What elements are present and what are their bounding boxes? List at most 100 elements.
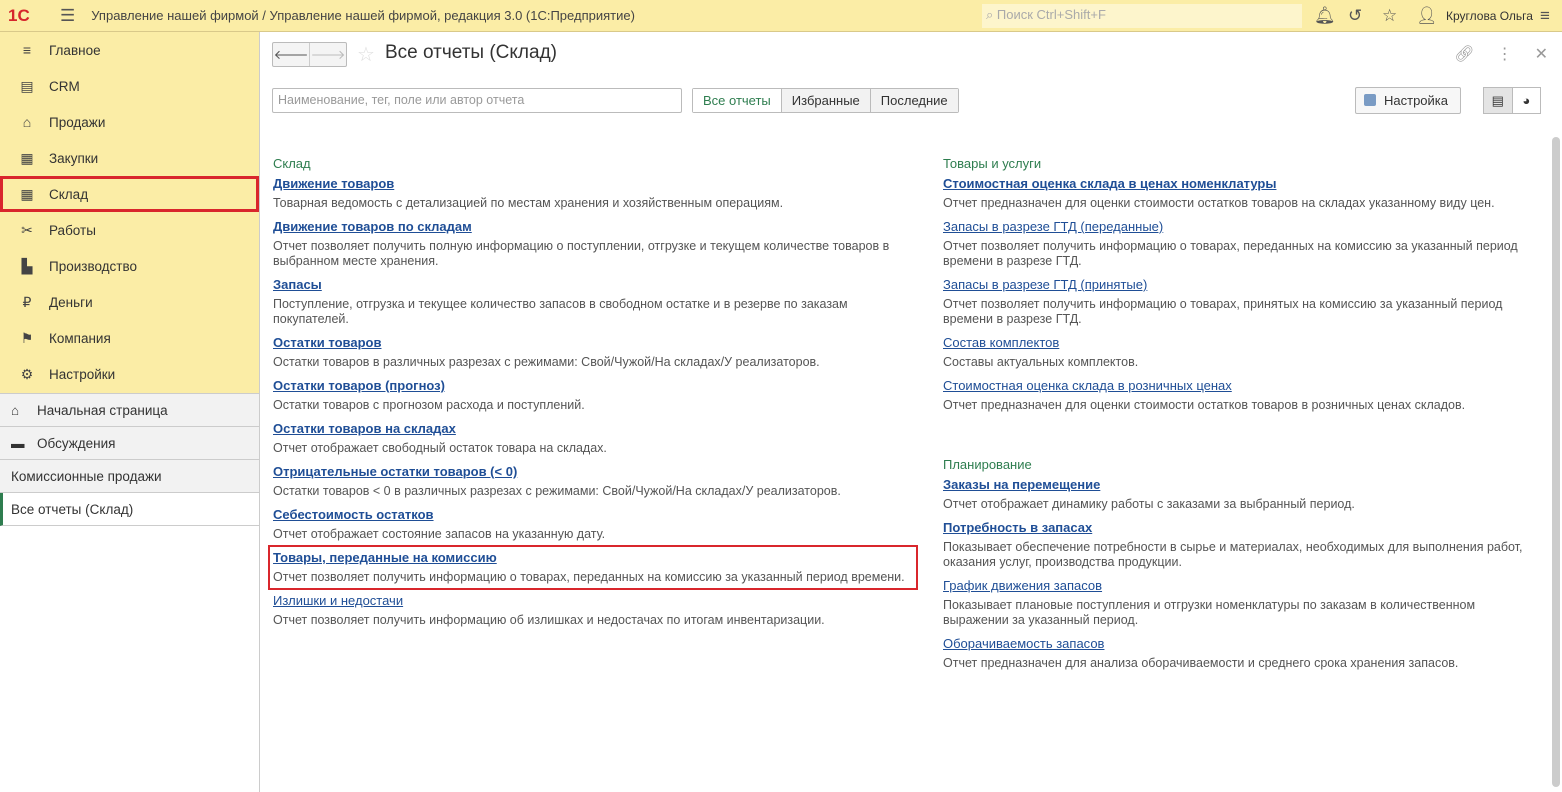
sidebar-item[interactable]: ▤ CRM: [0, 68, 259, 104]
section-icon: ₽: [22, 293, 32, 310]
home-icon: ⌂: [11, 402, 20, 418]
sidebar-item[interactable]: ▦ Закупки: [0, 140, 259, 176]
label: Все отчеты (Склад): [11, 501, 134, 517]
report-item: Движение товаров по складам Отчет позволя…: [273, 219, 913, 269]
report-link[interactable]: Излишки и недостачи: [273, 593, 913, 608]
list-view-button[interactable]: ▤: [1484, 88, 1513, 113]
report-item: Потребность в запасах Показывает обеспече…: [943, 520, 1533, 570]
report-item: График движения запасов Показывает планов…: [943, 578, 1533, 628]
sidebar-item-label: Компания: [49, 330, 111, 346]
tab-favorites[interactable]: Избранные: [780, 89, 870, 112]
sidebar-item[interactable]: ₽ Деньги: [0, 284, 259, 320]
group-title: Товары и услуги: [943, 156, 1042, 171]
report-description: Отчет позволяет получить полную информац…: [273, 239, 890, 268]
report-item: Себестоимость остатков Отчет отображает с…: [273, 507, 913, 542]
sidebar-item-label: Склад: [49, 186, 89, 202]
global-search-input[interactable]: ⌕ Поиск Ctrl+Shift+F: [982, 4, 1302, 28]
report-link[interactable]: Движение товаров: [273, 176, 913, 191]
report-link[interactable]: Себестоимость остатков: [273, 507, 913, 522]
app-title: Управление нашей фирмой / Управление наш…: [91, 8, 635, 23]
report-item: Излишки и недостачи Отчет позволяет получ…: [273, 593, 913, 628]
sidebar-item[interactable]: ▙ Производство: [0, 248, 259, 284]
group-title: Планирование: [943, 457, 1032, 472]
sidebar-item[interactable]: ⚙ Настройки: [0, 356, 259, 392]
user-name[interactable]: Круглова Ольга: [1446, 9, 1533, 23]
sidebar-item[interactable]: ✂ Работы: [0, 212, 259, 248]
report-description: Отчет отображает свободный остаток товар…: [273, 441, 607, 455]
report-item: Движение товаров Товарная ведомость с дет…: [273, 176, 913, 211]
chart-view-button[interactable]: ◕: [1513, 88, 1541, 113]
sidebar-item-label: Производство: [49, 258, 138, 274]
report-link[interactable]: Остатки товаров (прогноз): [273, 378, 913, 393]
report-description: Отчет позволяет получить информацию об и…: [273, 613, 825, 627]
user-icon[interactable]: 👤︎: [1416, 6, 1438, 26]
sidebar: ≡ Главное ▤ CRM ⌂ Продажи ▦ Закупки ▦ Склад ✂ Работ…: [0, 32, 260, 792]
section-icon: ✂: [21, 221, 33, 238]
report-description: Остатки товаров с прогнозом расхода и по…: [273, 398, 585, 412]
report-link[interactable]: Остатки товаров: [273, 335, 913, 350]
open-window-commission-sales[interactable]: Комиссионные продажи: [0, 460, 259, 493]
sidebar-item-label: Деньги: [49, 294, 93, 310]
section-icon: ▤: [20, 77, 34, 94]
settings-menu-icon[interactable]: ≡: [1540, 6, 1550, 26]
report-item: Отрицательные остатки товаров (< 0) Остат…: [273, 464, 913, 499]
sidebar-item[interactable]: ⚑ Компания: [0, 320, 259, 356]
open-window-all-reports[interactable]: Все отчеты (Склад): [0, 493, 259, 526]
menu-icon[interactable]: ☰: [60, 6, 75, 26]
history-icon[interactable]: ↺: [1348, 6, 1362, 26]
settings-button[interactable]: Настройка: [1355, 87, 1461, 114]
report-link[interactable]: Состав комплектов: [943, 335, 1533, 350]
report-link[interactable]: Отрицательные остатки товаров (< 0): [273, 464, 913, 479]
forward-button[interactable]: 🡒: [309, 43, 346, 66]
report-item: Стоимостная оценка склада в розничных це…: [943, 378, 1533, 413]
report-link[interactable]: Стоимостная оценка склада в розничных це…: [943, 378, 1533, 393]
report-link[interactable]: Оборачиваемость запасов: [943, 636, 1533, 651]
report-description: Остатки товаров в различных разрезах с р…: [273, 355, 820, 369]
report-item: Запасы в разрезе ГТД (переданные) Отчет п…: [943, 219, 1533, 269]
sidebar-item[interactable]: ≡ Главное: [0, 32, 259, 68]
link-icon[interactable]: 🔗︎: [1454, 44, 1474, 64]
report-link[interactable]: Движение товаров по складам: [273, 219, 913, 234]
section-icon: ⌂: [22, 114, 32, 130]
report-link[interactable]: Товары, переданные на комиссию: [273, 550, 913, 565]
sidebar-item[interactable]: ⌂ Продажи: [0, 104, 259, 140]
report-description: Отчет предназначен для анализа оборачива…: [943, 656, 1459, 670]
favorite-star-icon[interactable]: ☆: [357, 42, 375, 67]
report-link[interactable]: Стоимостная оценка склада в ценах номенк…: [943, 176, 1533, 191]
chat-icon: ▬: [11, 435, 25, 451]
back-button[interactable]: 🡐: [273, 43, 309, 66]
more-icon[interactable]: ⋮: [1497, 44, 1513, 64]
group-title: Склад: [273, 156, 311, 171]
discussions-link[interactable]: ▬ Обсуждения: [0, 427, 259, 460]
sidebar-item[interactable]: ▦ Склад: [0, 176, 259, 212]
report-link[interactable]: Остатки товаров на складах: [273, 421, 913, 436]
star-icon[interactable]: ☆: [1382, 6, 1397, 26]
report-description: Показывает обеспечение потребности в сыр…: [943, 540, 1523, 569]
tab-all[interactable]: Все отчеты: [693, 89, 781, 112]
report-description: Остатки товаров < 0 в различных разрезах…: [273, 484, 841, 498]
report-item: Состав комплектов Составы актуальных комп…: [943, 335, 1533, 370]
section-icon: ▦: [20, 185, 34, 202]
bell-icon[interactable]: 🔔︎: [1314, 6, 1336, 26]
home-page-link[interactable]: ⌂ Начальная страница: [0, 394, 259, 427]
top-bar: 1С ☰ Управление нашей фирмой / Управлени…: [0, 0, 1562, 32]
report-item: Стоимостная оценка склада в ценах номенк…: [943, 176, 1533, 211]
report-link[interactable]: График движения запасов: [943, 578, 1533, 593]
report-item: Остатки товаров (прогноз) Остатки товаров…: [273, 378, 913, 413]
close-icon[interactable]: ✕: [1535, 44, 1548, 64]
report-description: Отчет отображает динамику работы с заказ…: [943, 497, 1355, 511]
scrollbar[interactable]: [1552, 137, 1560, 787]
report-tabs: Все отчеты Избранные Последние: [692, 88, 959, 113]
label: Начальная страница: [37, 402, 168, 418]
report-link[interactable]: Запасы в разрезе ГТД (принятые): [943, 277, 1533, 292]
sidebar-item-label: Закупки: [49, 150, 99, 166]
tab-recent[interactable]: Последние: [869, 89, 958, 112]
sidebar-item-label: Продажи: [49, 114, 106, 130]
report-description: Поступление, отгрузка и текущее количест…: [273, 297, 848, 326]
report-item: Остатки товаров Остатки товаров в различн…: [273, 335, 913, 370]
report-link[interactable]: Запасы: [273, 277, 913, 292]
report-link[interactable]: Потребность в запасах: [943, 520, 1533, 535]
report-link[interactable]: Заказы на перемещение: [943, 477, 1533, 492]
report-link[interactable]: Запасы в разрезе ГТД (переданные): [943, 219, 1533, 234]
report-search-input[interactable]: Наименование, тег, поле или автор отчета: [272, 88, 682, 113]
